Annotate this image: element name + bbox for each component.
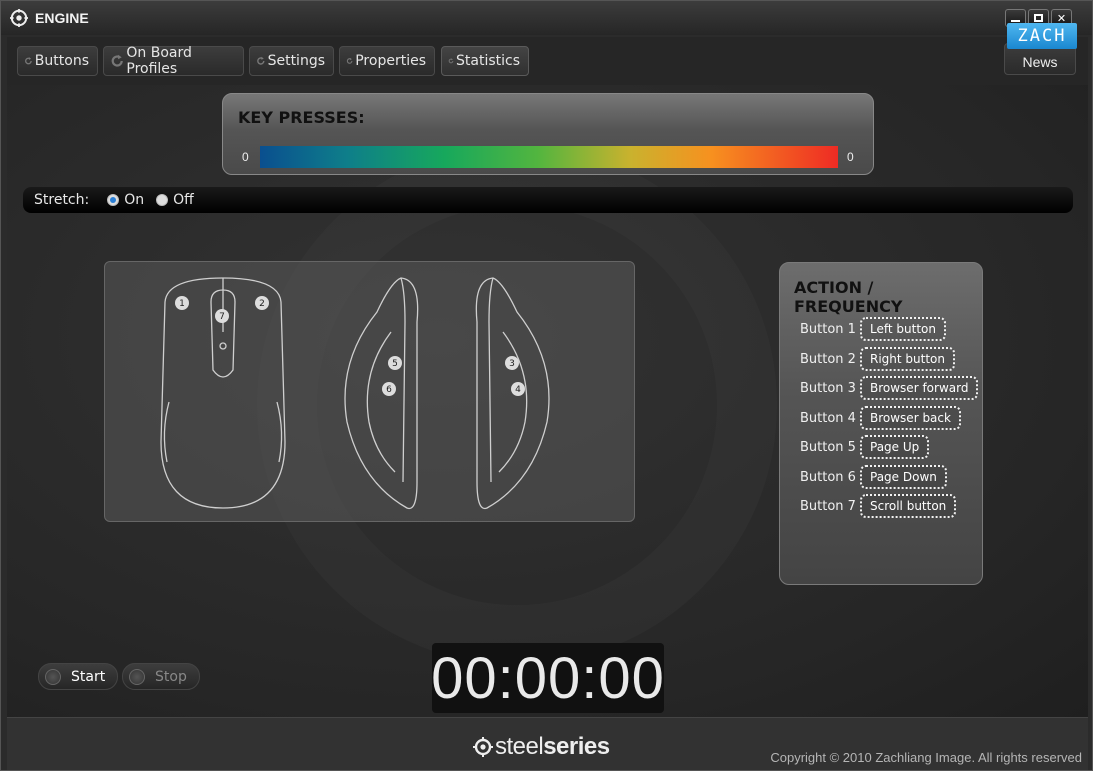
action-row-6: Button 6 Page Down (800, 465, 947, 489)
toolbar: Buttons On Board Profiles Settings Prope… (7, 37, 1088, 85)
start-indicator-icon (45, 668, 61, 685)
action-row-3: Button 3 Browser forward (800, 376, 979, 400)
footer: steel series Copyright © 2010 Zachliang I… (7, 717, 1088, 770)
tab-label: Settings (267, 53, 325, 69)
stretch-on-label: On (124, 192, 145, 208)
stop-button[interactable]: Stop (122, 663, 200, 690)
action-row-7: Button 7 Scroll button (800, 494, 957, 518)
button-name: Button 2 (800, 351, 856, 367)
zach-logo-text: ZACH (1017, 26, 1067, 46)
action-frequency-title: ACTION / FREQUENCY (794, 278, 903, 316)
action-chip[interactable]: Page Up (860, 435, 930, 459)
refresh-icon (346, 57, 353, 64)
action-chip[interactable]: Browser forward (860, 376, 979, 400)
radio-checked-icon[interactable] (107, 194, 120, 206)
action-row-4: Button 4 Browser back (800, 406, 961, 430)
action-chip[interactable]: Page Down (860, 465, 947, 489)
action-row-5: Button 5 Page Up (800, 435, 930, 459)
steelseries-gear-icon (10, 9, 28, 27)
minimize-icon (1011, 20, 1020, 22)
stretch-bar: Stretch: On Off (23, 187, 1073, 213)
marker-1-label: 1 (179, 299, 185, 309)
stretch-on-radio[interactable]: On (107, 192, 144, 208)
key-presses-panel: KEY PRESSES: 0 0 (222, 93, 874, 175)
mouse-diagram: 1 2 7 5 6 3 4 (160, 277, 550, 510)
stretch-off-label: Off (173, 192, 194, 208)
stretch-label: Stretch: (34, 192, 90, 208)
action-chip[interactable]: Browser back (860, 406, 961, 430)
app-window: ENGINE ✕ Buttons On Board Profiles Setti… (0, 0, 1093, 771)
tab-label: On Board Profiles (126, 45, 192, 77)
radio-unchecked-icon[interactable] (156, 194, 169, 206)
tab-label: Properties (355, 53, 426, 69)
mouse-diagram-panel: 1 2 7 5 6 3 4 (104, 261, 635, 522)
window-title: ENGINE (35, 10, 89, 26)
start-label: Start (71, 668, 106, 685)
steelseries-gear-icon (473, 737, 493, 757)
tab-settings[interactable]: Settings (249, 46, 334, 76)
marker-5-label: 5 (392, 359, 398, 369)
marker-4-label: 4 (515, 385, 521, 395)
action-row-1: Button 1 Left button (800, 317, 946, 341)
refresh-icon (257, 56, 265, 65)
mouse-left-view (344, 277, 419, 510)
timer-display: 00:00:00 (431, 643, 664, 713)
button-name: Button 4 (800, 410, 856, 426)
action-chip[interactable]: Right button (860, 347, 955, 371)
action-row-2: Button 2 Right button (800, 347, 955, 371)
marker-2-label: 2 (259, 299, 265, 309)
action-chip[interactable]: Scroll button (860, 494, 957, 518)
action-chip[interactable]: Left button (860, 317, 946, 341)
tab-statistics[interactable]: Statistics (441, 46, 529, 76)
marker-7-label: 7 (219, 312, 225, 322)
key-presses-title: KEY PRESSES: (238, 108, 365, 127)
tab-properties[interactable]: Properties (339, 46, 435, 76)
button-name: Button 5 (800, 439, 856, 455)
steelseries-logo: steel series (473, 733, 610, 761)
zach-logo: ZACH (1007, 23, 1077, 49)
news-label: News (1022, 54, 1058, 70)
title-bar[interactable]: ENGINE ✕ (1, 1, 1092, 35)
key-presses-max: 0 (847, 150, 854, 164)
tab-buttons[interactable]: Buttons (17, 46, 98, 76)
button-name: Button 7 (800, 498, 856, 514)
key-presses-min: 0 (242, 150, 249, 164)
button-name: Button 1 (800, 321, 856, 337)
action-frequency-panel: ACTION / FREQUENCY Button 1 Left button … (779, 262, 983, 585)
stop-indicator-icon (129, 668, 145, 685)
tab-label: Buttons (34, 53, 89, 69)
copyright-text: Copyright © 2010 Zachliang Image. All ri… (770, 750, 1082, 765)
statistics-panel: KEY PRESSES: 0 0 Stretch: On Off 1 2 7 5… (7, 85, 1088, 717)
button-name: Button 3 (800, 380, 856, 396)
start-button[interactable]: Start (38, 663, 119, 690)
stop-label: Stop (155, 668, 187, 685)
maximize-icon (1034, 14, 1043, 22)
brand-series: series (543, 733, 610, 760)
marker-6-label: 6 (386, 385, 392, 395)
tab-label: Statistics (456, 53, 520, 69)
marker-3-label: 3 (509, 359, 515, 369)
tab-on-board-profiles[interactable]: On Board Profiles (103, 45, 244, 77)
button-name: Button 6 (800, 469, 856, 485)
stretch-off-radio[interactable]: Off (156, 192, 194, 208)
refresh-icon (448, 58, 454, 64)
refresh-icon (111, 54, 123, 67)
brand-steel: steel (495, 733, 544, 760)
heatmap-gradient-bar (260, 146, 838, 168)
refresh-icon (25, 57, 32, 65)
